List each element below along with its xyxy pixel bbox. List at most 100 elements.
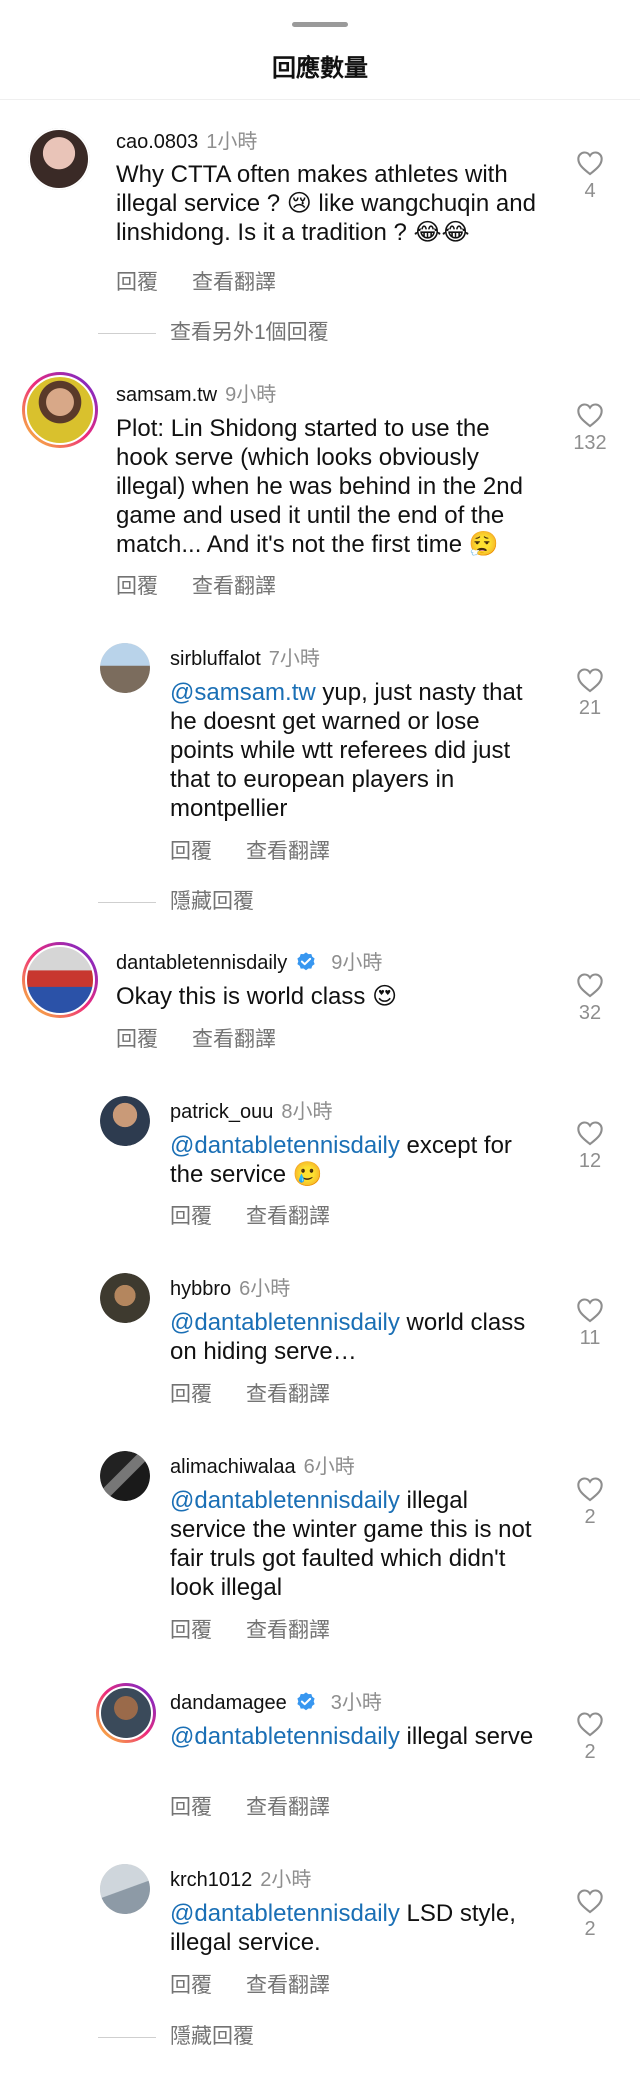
like-count: 2 bbox=[584, 1506, 596, 1528]
comments-sheet: 回應數量 cao.0803 1小時 Why CTTA often makes at… bbox=[0, 0, 640, 2074]
comment-meta: samsam.tw 9小時 bbox=[116, 378, 276, 407]
avatar[interactable] bbox=[100, 1864, 150, 1914]
heart-icon[interactable] bbox=[576, 1476, 604, 1502]
reply-button[interactable]: 回覆 bbox=[116, 575, 158, 598]
hide-replies[interactable]: 隱藏回覆 bbox=[98, 885, 254, 915]
reply-button[interactable]: 回覆 bbox=[170, 1619, 212, 1642]
drag-handle[interactable] bbox=[292, 22, 348, 27]
reply-button[interactable]: 回覆 bbox=[116, 271, 158, 294]
mention-link[interactable]: @dantabletennisdaily bbox=[170, 1900, 400, 1927]
mention-link[interactable]: @dantabletennisdaily bbox=[170, 1132, 400, 1159]
translate-button[interactable]: 查看翻譯 bbox=[246, 1796, 330, 1819]
like-control: 21 bbox=[570, 667, 610, 720]
username[interactable]: alimachiwalaa bbox=[170, 1456, 296, 1478]
timestamp: 6小時 bbox=[303, 1456, 355, 1478]
avatar[interactable] bbox=[96, 1683, 156, 1743]
avatar[interactable] bbox=[22, 372, 98, 448]
heart-icon[interactable] bbox=[576, 402, 604, 428]
translate-button[interactable]: 查看翻譯 bbox=[192, 271, 276, 294]
mention-link[interactable]: @dantabletennisdaily bbox=[170, 1723, 400, 1750]
reply-button[interactable]: 回覆 bbox=[170, 1383, 212, 1406]
comment-text: @dantabletennisdaily LSD style, illegal … bbox=[170, 1899, 550, 1957]
comment-actions: 回覆 查看翻譯 bbox=[170, 835, 364, 865]
comment-body: illegal serve bbox=[399, 1723, 534, 1750]
reply-button[interactable]: 回覆 bbox=[170, 1796, 212, 1819]
like-control: 2 bbox=[570, 1711, 610, 1764]
comment-actions: 回覆 查看翻譯 bbox=[116, 570, 310, 600]
comment-actions: 回覆 查看翻譯 bbox=[170, 1614, 364, 1644]
mention-link[interactable]: @samsam.tw bbox=[170, 679, 316, 706]
translate-button[interactable]: 查看翻譯 bbox=[192, 1028, 276, 1051]
heart-icon[interactable] bbox=[576, 1120, 604, 1146]
thread-divider bbox=[98, 332, 156, 334]
like-count: 11 bbox=[579, 1327, 601, 1349]
reply-button[interactable]: 回覆 bbox=[116, 1028, 158, 1051]
heart-icon[interactable] bbox=[576, 972, 604, 998]
comment-meta: patrick_ouu 8小時 bbox=[170, 1095, 333, 1124]
like-control: 2 bbox=[570, 1476, 610, 1529]
timestamp: 8小時 bbox=[281, 1101, 333, 1123]
username[interactable]: samsam.tw bbox=[116, 384, 217, 406]
avatar[interactable] bbox=[100, 1451, 150, 1501]
avatar[interactable] bbox=[22, 942, 98, 1018]
like-count: 4 bbox=[584, 180, 596, 202]
comment-text: Why CTTA often makes athletes with illeg… bbox=[116, 161, 536, 246]
translate-button[interactable]: 查看翻譯 bbox=[246, 1383, 330, 1406]
avatar[interactable] bbox=[28, 128, 90, 190]
view-more-replies[interactable]: 查看另外1個回覆 bbox=[98, 316, 329, 346]
like-control: 11 bbox=[570, 1297, 610, 1350]
avatar[interactable] bbox=[100, 1096, 150, 1146]
view-more-label: 查看另外1個回覆 bbox=[170, 321, 329, 344]
translate-button[interactable]: 查看翻譯 bbox=[192, 575, 276, 598]
heart-icon[interactable] bbox=[576, 150, 604, 176]
hide-replies-label: 隱藏回覆 bbox=[170, 2025, 254, 2048]
comment-text: @dantabletennisdaily except for the serv… bbox=[170, 1131, 550, 1189]
username[interactable]: cao.0803 bbox=[116, 131, 198, 153]
comment-text: Okay this is world class 😍 bbox=[116, 983, 398, 1010]
comment-actions: 回覆 查看翻譯 bbox=[116, 1023, 310, 1053]
mention-link[interactable]: @dantabletennisdaily bbox=[170, 1309, 400, 1336]
like-control: 132 bbox=[570, 402, 610, 455]
comment-actions: 回覆 查看翻譯 bbox=[116, 266, 310, 296]
username[interactable]: dantabletennisdaily bbox=[116, 952, 287, 974]
hide-replies-label: 隱藏回覆 bbox=[170, 890, 254, 913]
translate-button[interactable]: 查看翻譯 bbox=[246, 1205, 330, 1228]
like-count: 32 bbox=[578, 1002, 602, 1024]
username[interactable]: sirbluffalot bbox=[170, 648, 261, 670]
reply-button[interactable]: 回覆 bbox=[170, 840, 212, 863]
mention-link[interactable]: @dantabletennisdaily bbox=[170, 1487, 400, 1514]
translate-button[interactable]: 查看翻譯 bbox=[246, 1619, 330, 1642]
translate-button[interactable]: 查看翻譯 bbox=[246, 840, 330, 863]
avatar[interactable] bbox=[100, 1273, 150, 1323]
verified-badge-icon bbox=[297, 1692, 315, 1711]
comment-meta: cao.0803 1小時 bbox=[116, 125, 257, 154]
username[interactable]: dandamagee bbox=[170, 1692, 287, 1714]
translate-button[interactable]: 查看翻譯 bbox=[246, 1974, 330, 1997]
comment-text: @samsam.tw yup, just nasty that he doesn… bbox=[170, 678, 550, 823]
timestamp: 2小時 bbox=[260, 1869, 312, 1891]
comment-text: @dantabletennisdaily illegal serve bbox=[170, 1722, 550, 1751]
avatar[interactable] bbox=[100, 643, 150, 693]
hide-replies[interactable]: 隱藏回覆 bbox=[98, 2020, 254, 2050]
timestamp: 3小時 bbox=[330, 1692, 382, 1714]
username[interactable]: patrick_ouu bbox=[170, 1101, 273, 1123]
heart-icon[interactable] bbox=[576, 1711, 604, 1737]
comment-meta: alimachiwalaa 6小時 bbox=[170, 1450, 355, 1479]
like-count: 21 bbox=[578, 697, 602, 719]
reply-button[interactable]: 回覆 bbox=[170, 1205, 212, 1228]
reply-button[interactable]: 回覆 bbox=[170, 1974, 212, 1997]
like-count: 2 bbox=[584, 1918, 596, 1940]
comment-meta: sirbluffalot 7小時 bbox=[170, 642, 320, 671]
sheet-header: 回應數量 bbox=[0, 0, 640, 100]
heart-icon[interactable] bbox=[576, 1297, 604, 1323]
heart-icon[interactable] bbox=[576, 667, 604, 693]
username[interactable]: hybbro bbox=[170, 1278, 231, 1300]
comment-actions: 回覆 查看翻譯 bbox=[170, 1969, 364, 1999]
timestamp: 6小時 bbox=[239, 1278, 291, 1300]
like-count: 2 bbox=[584, 1741, 596, 1763]
like-control: 12 bbox=[570, 1120, 610, 1173]
like-control: 4 bbox=[570, 150, 610, 203]
username[interactable]: krch1012 bbox=[170, 1869, 252, 1891]
heart-icon[interactable] bbox=[576, 1888, 604, 1914]
comment-meta: hybbro 6小時 bbox=[170, 1272, 290, 1301]
